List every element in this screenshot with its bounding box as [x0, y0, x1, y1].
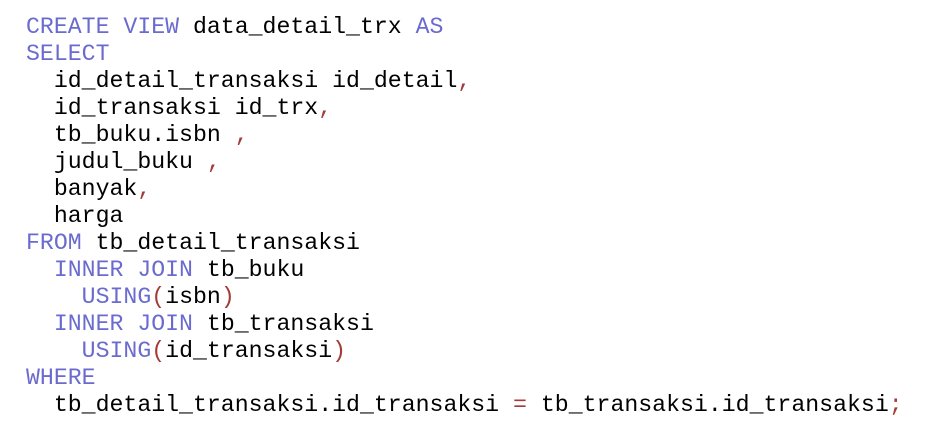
sql-punctuation: , [234, 122, 249, 148]
sql-punctuation: , [457, 68, 472, 94]
code-line: INNER JOIN tb_transaksi [26, 311, 926, 338]
sql-keyword: AS [415, 14, 444, 40]
sql-punctuation: ) [220, 284, 235, 310]
sql-identifier: id_transaksi [165, 338, 333, 364]
sql-keyword: USING [26, 284, 152, 310]
sql-identifier: harga [26, 203, 124, 229]
code-line: INNER JOIN tb_buku [26, 257, 926, 284]
code-line: tb_buku.isbn , [26, 122, 926, 149]
sql-identifier: judul_buku [26, 149, 207, 175]
sql-identifier: tb_buku.isbn [26, 122, 235, 148]
sql-punctuation: = [513, 392, 527, 418]
sql-identifier: isbn [165, 284, 221, 310]
sql-identifier: tb_detail_transaksi.id_transaksi [26, 392, 514, 418]
code-line: judul_buku , [26, 149, 926, 176]
code-line: tb_detail_transaksi.id_transaksi = tb_tr… [26, 392, 926, 419]
sql-keyword: WHERE [26, 365, 96, 391]
code-line: id_detail_transaksi id_detail, [26, 68, 926, 95]
sql-keyword: CREATE VIEW [26, 14, 180, 40]
sql-keyword: SELECT [26, 41, 110, 67]
code-line: WHERE [26, 365, 926, 392]
code-line: id_transaksi id_trx, [26, 95, 926, 122]
sql-identifier: data_detail_trx [179, 14, 416, 40]
sql-identifier: id_transaksi id_trx [26, 95, 319, 121]
sql-punctuation: , [318, 95, 333, 121]
code-line: SELECT [26, 41, 926, 68]
sql-identifier: tb_detail_transaksi [81, 230, 360, 256]
code-line: harga [26, 203, 926, 230]
sql-identifier: banyak [26, 176, 138, 202]
sql-identifier: tb_buku [192, 257, 305, 283]
sql-punctuation: ( [151, 284, 166, 310]
sql-keyword: INNER JOIN [26, 311, 193, 337]
sql-code-block: CREATE VIEW data_detail_trx AS SELECT id_… [0, 0, 926, 440]
code-line: banyak, [26, 176, 926, 203]
sql-keyword: INNER JOIN [26, 257, 193, 283]
sql-identifier: tb_transaksi [192, 311, 374, 337]
sql-keyword: USING [26, 338, 152, 364]
code-line: USING(isbn) [26, 284, 926, 311]
sql-punctuation: ; [888, 392, 903, 418]
sql-punctuation: ( [151, 338, 166, 364]
code-line: FROM tb_detail_transaksi [26, 230, 926, 257]
sql-punctuation: , [206, 149, 221, 175]
sql-keyword: FROM [26, 230, 82, 256]
sql-punctuation: ) [332, 338, 347, 364]
code-line: USING(id_transaksi) [26, 338, 926, 365]
sql-punctuation: , [137, 176, 152, 202]
code-line: CREATE VIEW data_detail_trx AS [26, 14, 926, 41]
sql-identifier: id_detail_transaksi id_detail [26, 68, 458, 94]
sql-identifier: tb_transaksi.id_transaksi [526, 392, 889, 418]
